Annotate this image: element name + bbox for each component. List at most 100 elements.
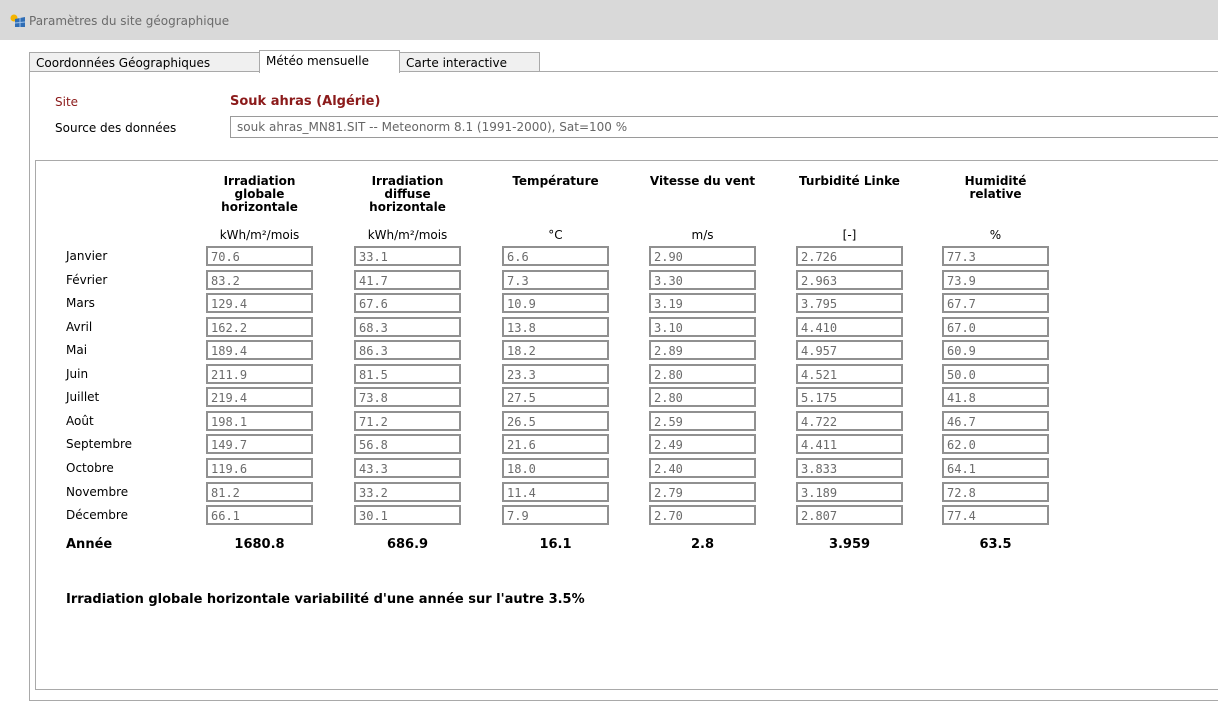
value-field[interactable]: 2.49 <box>649 434 756 454</box>
value-field[interactable]: 67.0 <box>942 317 1049 337</box>
value-field[interactable]: 3.833 <box>796 458 903 478</box>
value-field[interactable]: 66.1 <box>206 505 313 525</box>
value-field[interactable]: 81.2 <box>206 482 313 502</box>
value-field[interactable]: 3.189 <box>796 482 903 502</box>
value-field[interactable]: 41.8 <box>942 387 1049 407</box>
value-field[interactable]: 18.0 <box>502 458 609 478</box>
value-field[interactable]: 13.8 <box>502 317 609 337</box>
value-field[interactable]: 6.6 <box>502 246 609 266</box>
month-label: Août <box>66 414 94 428</box>
value-field[interactable]: 2.40 <box>649 458 756 478</box>
value-field[interactable]: 46.7 <box>942 411 1049 431</box>
column-unit: [-] <box>842 228 857 242</box>
value-field[interactable]: 211.9 <box>206 364 313 384</box>
value-field[interactable]: 129.4 <box>206 293 313 313</box>
value-field[interactable]: 26.5 <box>502 411 609 431</box>
value-field[interactable]: 43.3 <box>354 458 461 478</box>
column-header: Vitesse du vent <box>649 174 756 188</box>
month-label: Mars <box>66 296 95 310</box>
tab-label: Météo mensuelle <box>266 54 369 68</box>
value-field[interactable]: 77.4 <box>942 505 1049 525</box>
value-field[interactable]: 2.90 <box>649 246 756 266</box>
source-field[interactable]: souk ahras_MN81.SIT -- Meteonorm 8.1 (19… <box>230 116 1218 138</box>
value-field[interactable]: 7.3 <box>502 270 609 290</box>
title-bar: Paramètres du site géographique <box>0 0 1218 40</box>
value-field[interactable]: 119.6 <box>206 458 313 478</box>
value-field[interactable]: 2.807 <box>796 505 903 525</box>
value-field[interactable]: 62.0 <box>942 434 1049 454</box>
value-field[interactable]: 18.2 <box>502 340 609 360</box>
value-field[interactable]: 21.6 <box>502 434 609 454</box>
value-field[interactable]: 3.30 <box>649 270 756 290</box>
value-field[interactable]: 198.1 <box>206 411 313 431</box>
value-field[interactable]: 4.410 <box>796 317 903 337</box>
value-field[interactable]: 3.795 <box>796 293 903 313</box>
month-label: Mai <box>66 343 88 357</box>
value-field[interactable]: 50.0 <box>942 364 1049 384</box>
value-field[interactable]: 67.6 <box>354 293 461 313</box>
tab-label: Carte interactive <box>406 56 508 70</box>
value-field[interactable]: 33.2 <box>354 482 461 502</box>
tab-meteo-mensuelle[interactable]: Météo mensuelle <box>259 50 400 73</box>
value-field[interactable]: 86.3 <box>354 340 461 360</box>
value-field[interactable]: 2.726 <box>796 246 903 266</box>
value-field[interactable]: 3.10 <box>649 317 756 337</box>
value-field[interactable]: 10.9 <box>502 293 609 313</box>
value-field[interactable]: 7.9 <box>502 505 609 525</box>
value-field[interactable]: 2.79 <box>649 482 756 502</box>
value-field[interactable]: 5.175 <box>796 387 903 407</box>
value-field[interactable]: 64.1 <box>942 458 1049 478</box>
value-field[interactable]: 219.4 <box>206 387 313 407</box>
window-title: Paramètres du site géographique <box>29 14 230 28</box>
year-total: 1680.8 <box>234 537 285 552</box>
column-header: Turbidité Linke <box>799 174 900 188</box>
value-field[interactable]: 41.7 <box>354 270 461 290</box>
value-field[interactable]: 4.722 <box>796 411 903 431</box>
value-field[interactable]: 162.2 <box>206 317 313 337</box>
value-field[interactable]: 189.4 <box>206 340 313 360</box>
value-field[interactable]: 2.80 <box>649 364 756 384</box>
month-label: Juillet <box>66 390 100 404</box>
value-field[interactable]: 71.2 <box>354 411 461 431</box>
value-field[interactable]: 30.1 <box>354 505 461 525</box>
value-field[interactable]: 33.1 <box>354 246 461 266</box>
value-field[interactable]: 77.3 <box>942 246 1049 266</box>
value-field[interactable]: 4.521 <box>796 364 903 384</box>
value-field[interactable]: 83.2 <box>206 270 313 290</box>
value-field[interactable]: 73.9 <box>942 270 1049 290</box>
month-label: Février <box>66 273 108 287</box>
value-field[interactable]: 2.80 <box>649 387 756 407</box>
value-field[interactable]: 4.957 <box>796 340 903 360</box>
solar-panel-icon <box>10 14 26 27</box>
value-field[interactable]: 149.7 <box>206 434 313 454</box>
value-field[interactable]: 2.59 <box>649 411 756 431</box>
value-field[interactable]: 56.8 <box>354 434 461 454</box>
value-field[interactable]: 27.5 <box>502 387 609 407</box>
value-field[interactable]: 23.3 <box>502 364 609 384</box>
value-field[interactable]: 2.70 <box>649 505 756 525</box>
month-label: Novembre <box>66 485 129 499</box>
value-field[interactable]: 3.19 <box>649 293 756 313</box>
variability-text: Irradiation globale horizontale variabil… <box>66 592 585 607</box>
value-field[interactable]: 73.8 <box>354 387 461 407</box>
value-field[interactable]: 81.5 <box>354 364 461 384</box>
value-field[interactable]: 72.8 <box>942 482 1049 502</box>
tab-carte-interactive[interactable]: Carte interactive <box>399 52 540 72</box>
value-field[interactable]: 11.4 <box>502 482 609 502</box>
month-label: Décembre <box>66 508 128 522</box>
value-field[interactable]: 60.9 <box>942 340 1049 360</box>
value-field[interactable]: 4.411 <box>796 434 903 454</box>
value-field[interactable]: 67.7 <box>942 293 1049 313</box>
value-field[interactable]: 2.963 <box>796 270 903 290</box>
column-unit: m/s <box>691 228 714 242</box>
value-field[interactable]: 70.6 <box>206 246 313 266</box>
value-field[interactable]: 68.3 <box>354 317 461 337</box>
column-unit: kWh/m²/mois <box>219 228 300 242</box>
month-label: Septembre <box>66 437 133 451</box>
column-header: Irradiation globale horizontale <box>221 174 298 214</box>
column-unit: % <box>989 228 1002 242</box>
value-field[interactable]: 2.89 <box>649 340 756 360</box>
column-unit: kWh/m²/mois <box>367 228 448 242</box>
tab-coordonnees[interactable]: Coordonnées Géographiques <box>29 52 260 72</box>
year-total: 16.1 <box>539 537 572 552</box>
